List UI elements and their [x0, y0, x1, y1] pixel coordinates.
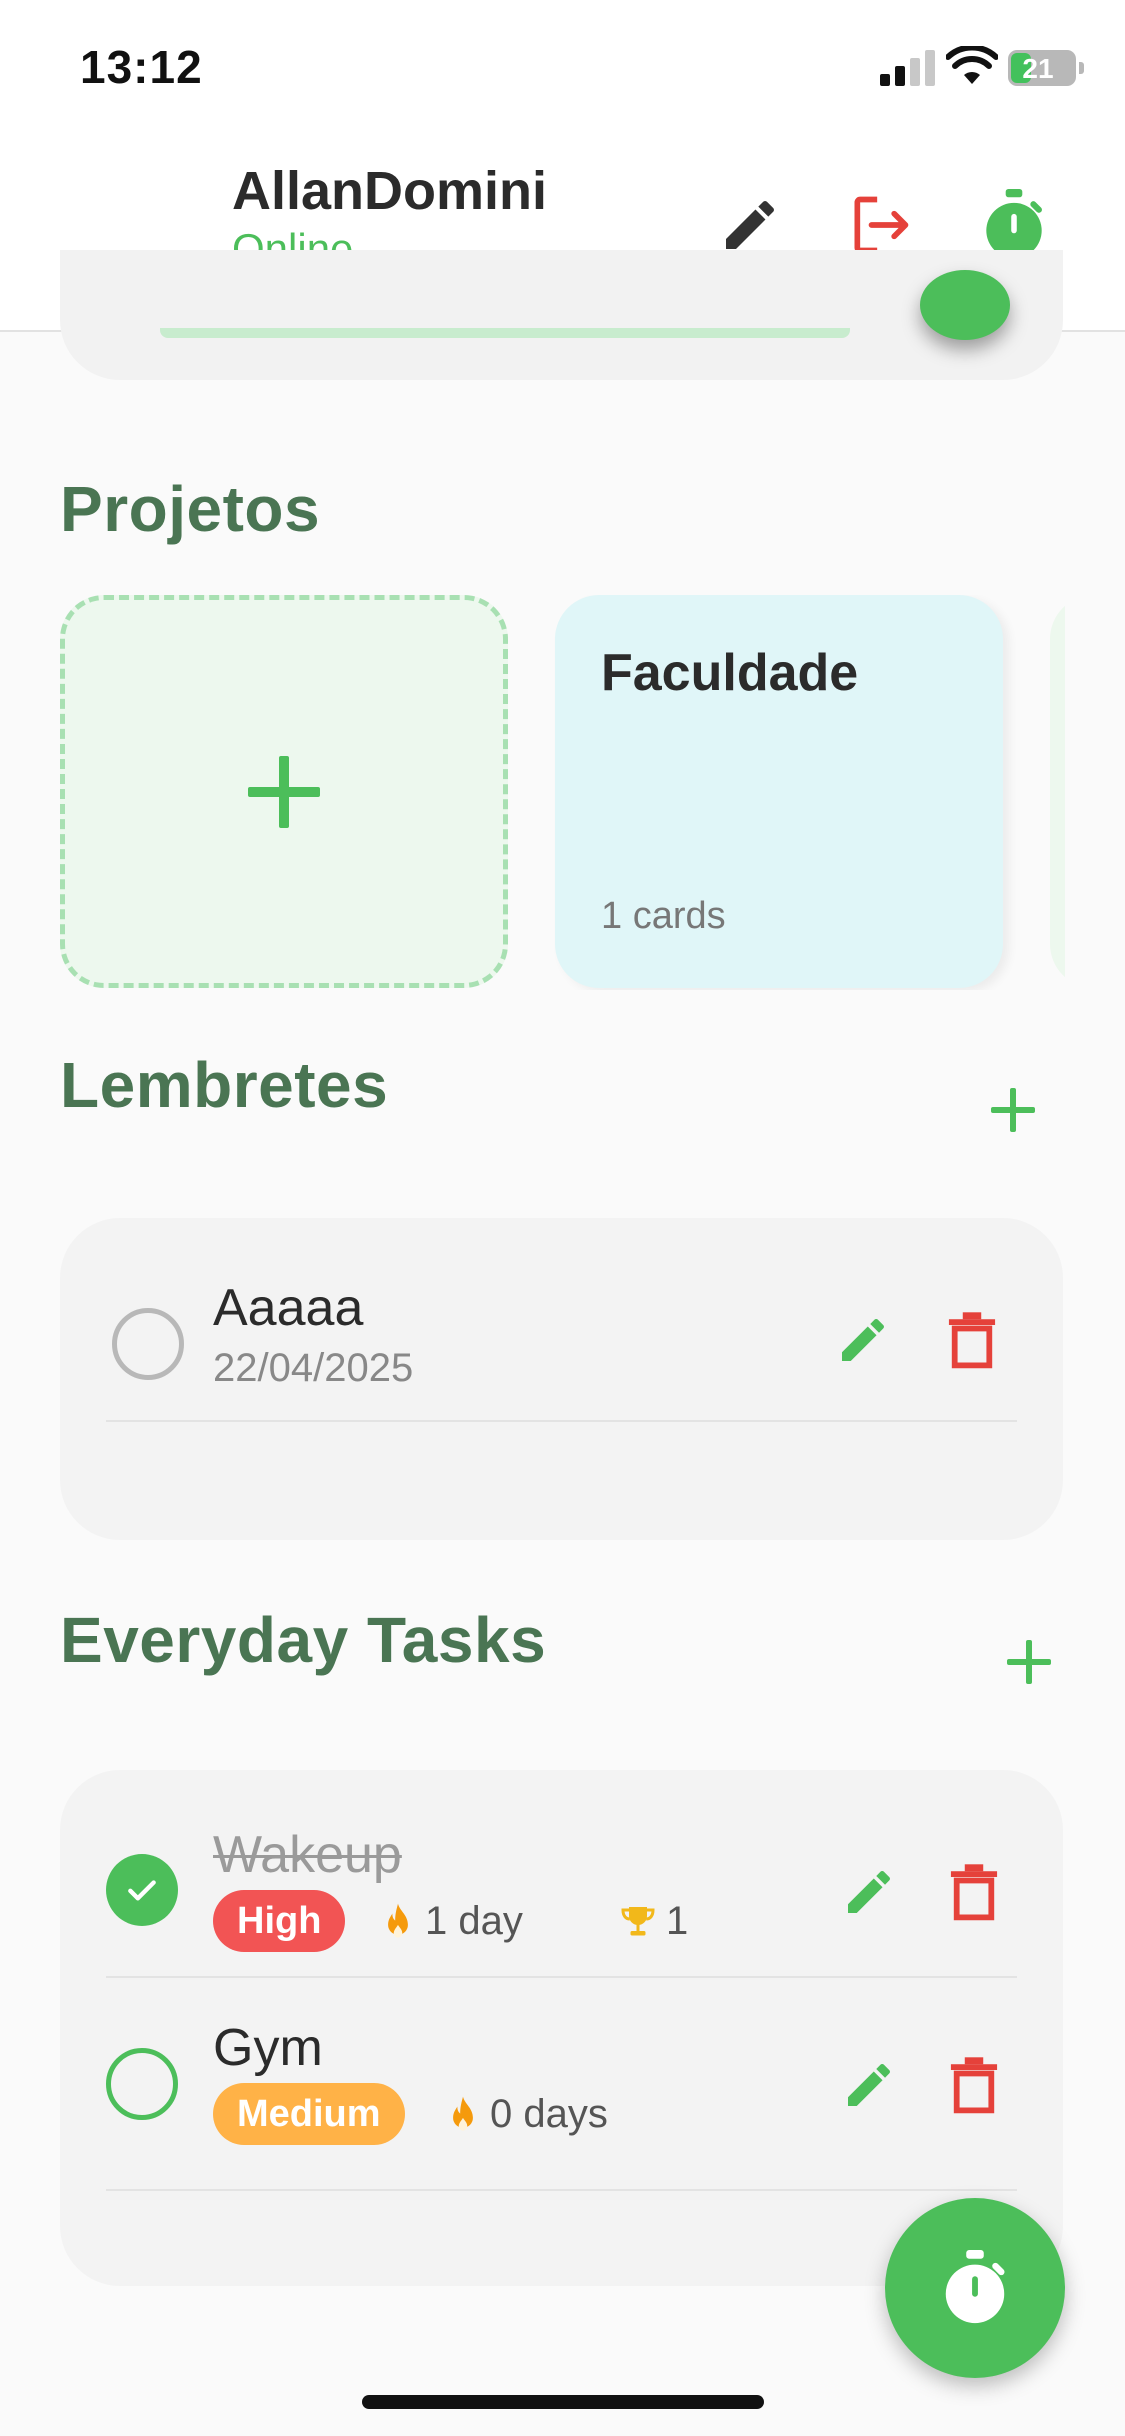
- add-project-button[interactable]: [60, 595, 508, 988]
- timer-fab-button[interactable]: [885, 2198, 1065, 2378]
- wifi-icon: [946, 46, 998, 84]
- status-time: 13:12: [80, 41, 203, 93]
- tasks-list: Wakeup High 1 day 1 Gym Medium 0 days: [60, 1770, 1063, 2286]
- trash-icon: [950, 2057, 998, 2114]
- delete-reminder-button[interactable]: [937, 1305, 1007, 1375]
- trophy-icon: [621, 1906, 655, 1935]
- logout-icon: [854, 196, 909, 254]
- streak-info: 1 day: [381, 1899, 523, 1944]
- task-checkbox[interactable]: [106, 1854, 178, 1926]
- projects-title: Projetos: [60, 473, 321, 545]
- battery-icon: 21: [1008, 50, 1084, 86]
- delete-task-button[interactable]: [939, 2050, 1009, 2120]
- reminder-date: 22/04/2025: [213, 1346, 414, 1390]
- username: AllanDomini: [232, 161, 548, 221]
- edit-task-button[interactable]: [834, 1857, 904, 1927]
- pencil-icon: [726, 200, 774, 249]
- task-checkbox[interactable]: [106, 2048, 178, 2120]
- reminder-checkbox[interactable]: [112, 1308, 184, 1380]
- pencil-icon: [842, 1318, 884, 1361]
- list-item: Gym Medium 0 days: [106, 1978, 1017, 2191]
- stopwatch-icon: [945, 2250, 1005, 2324]
- flame-icon: [388, 1903, 408, 1938]
- priority-badge: High: [213, 1890, 346, 1952]
- trash-icon: [948, 1312, 996, 1369]
- list-item: Aaaaa 22/04/2025: [106, 1278, 1017, 1422]
- flame-icon: [453, 2096, 473, 2131]
- priority-badge: Medium: [213, 2083, 405, 2145]
- delete-task-button[interactable]: [939, 1857, 1009, 1927]
- streak-info: 0 days: [446, 2092, 608, 2137]
- partial-card: [60, 250, 1063, 380]
- add-task-button[interactable]: [997, 1630, 1061, 1694]
- status-bar: 13:12 21: [0, 0, 1125, 130]
- add-reminder-button[interactable]: [981, 1078, 1045, 1142]
- pencil-icon: [848, 2063, 890, 2106]
- reminders-title: Lembretes: [60, 1049, 389, 1121]
- edit-task-button[interactable]: [834, 2050, 904, 2120]
- project-card[interactable]: Faculdade 1 cards: [555, 595, 1003, 988]
- projects-carousel[interactable]: Faculdade 1 cards: [0, 595, 1065, 990]
- list-item: Wakeup High 1 day 1: [106, 1825, 1017, 1978]
- pencil-icon: [848, 1870, 890, 1913]
- signal-icon: [880, 50, 936, 86]
- streak-text: 1 day: [425, 1899, 523, 1943]
- battery-level: 21: [1022, 53, 1054, 84]
- reminders-list: Aaaaa 22/04/2025: [60, 1218, 1063, 1540]
- check-icon: [128, 1880, 156, 1901]
- streak-text: 0 days: [490, 2092, 608, 2136]
- trophy-count: 1: [666, 1899, 689, 1943]
- project-name: Faculdade: [601, 644, 859, 702]
- project-card[interactable]: [1050, 595, 1065, 988]
- task-title: Gym: [213, 2019, 323, 2077]
- task-title: Wakeup: [213, 1826, 402, 1884]
- trophy-info: 1: [620, 1899, 688, 1944]
- everyday-tasks-title: Everyday Tasks: [60, 1604, 547, 1676]
- plus-icon: [248, 755, 320, 828]
- project-card-count: 1 cards: [601, 895, 726, 937]
- trash-icon: [950, 1864, 998, 1921]
- reminder-title: Aaaaa: [213, 1279, 364, 1337]
- edit-reminder-button[interactable]: [828, 1305, 898, 1375]
- home-indicator[interactable]: [362, 2395, 764, 2409]
